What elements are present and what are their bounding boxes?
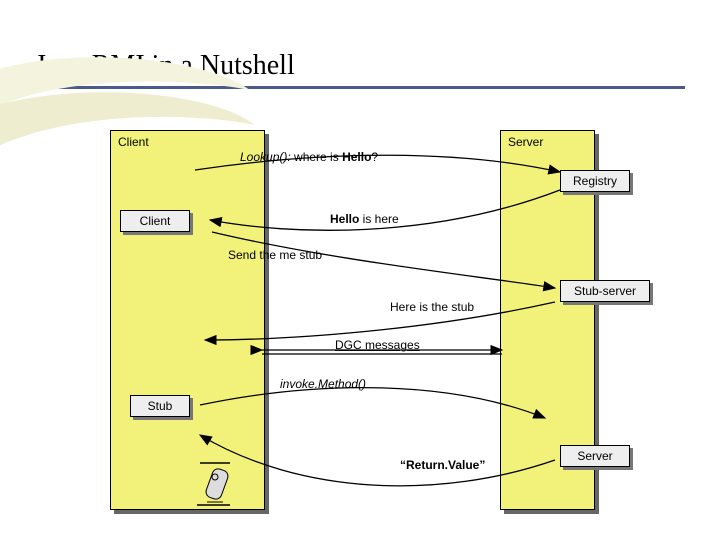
lookup-label: Lookup(): where is Hello? xyxy=(240,150,378,164)
stub-server-box: Stub-server xyxy=(560,280,650,302)
stub-box: Stub xyxy=(130,395,190,417)
client-panel-label: Client xyxy=(118,135,149,149)
dgc-label: DGC messages xyxy=(335,338,420,352)
invoke-label: invoke.Method() xyxy=(280,377,366,391)
here-stub-label: Here is the stub xyxy=(390,300,474,314)
client-box: Client xyxy=(120,210,190,232)
send-stub-label: Send the me stub xyxy=(228,248,322,262)
device-icon xyxy=(195,455,245,510)
server-inner-box: Server xyxy=(560,445,630,467)
registry-box: Registry xyxy=(560,170,630,192)
hello-here-label: Hello is here xyxy=(330,212,399,226)
return-value-label: “Return.Value” xyxy=(400,458,485,472)
server-panel-label: Server xyxy=(508,135,543,149)
client-panel xyxy=(110,130,265,510)
